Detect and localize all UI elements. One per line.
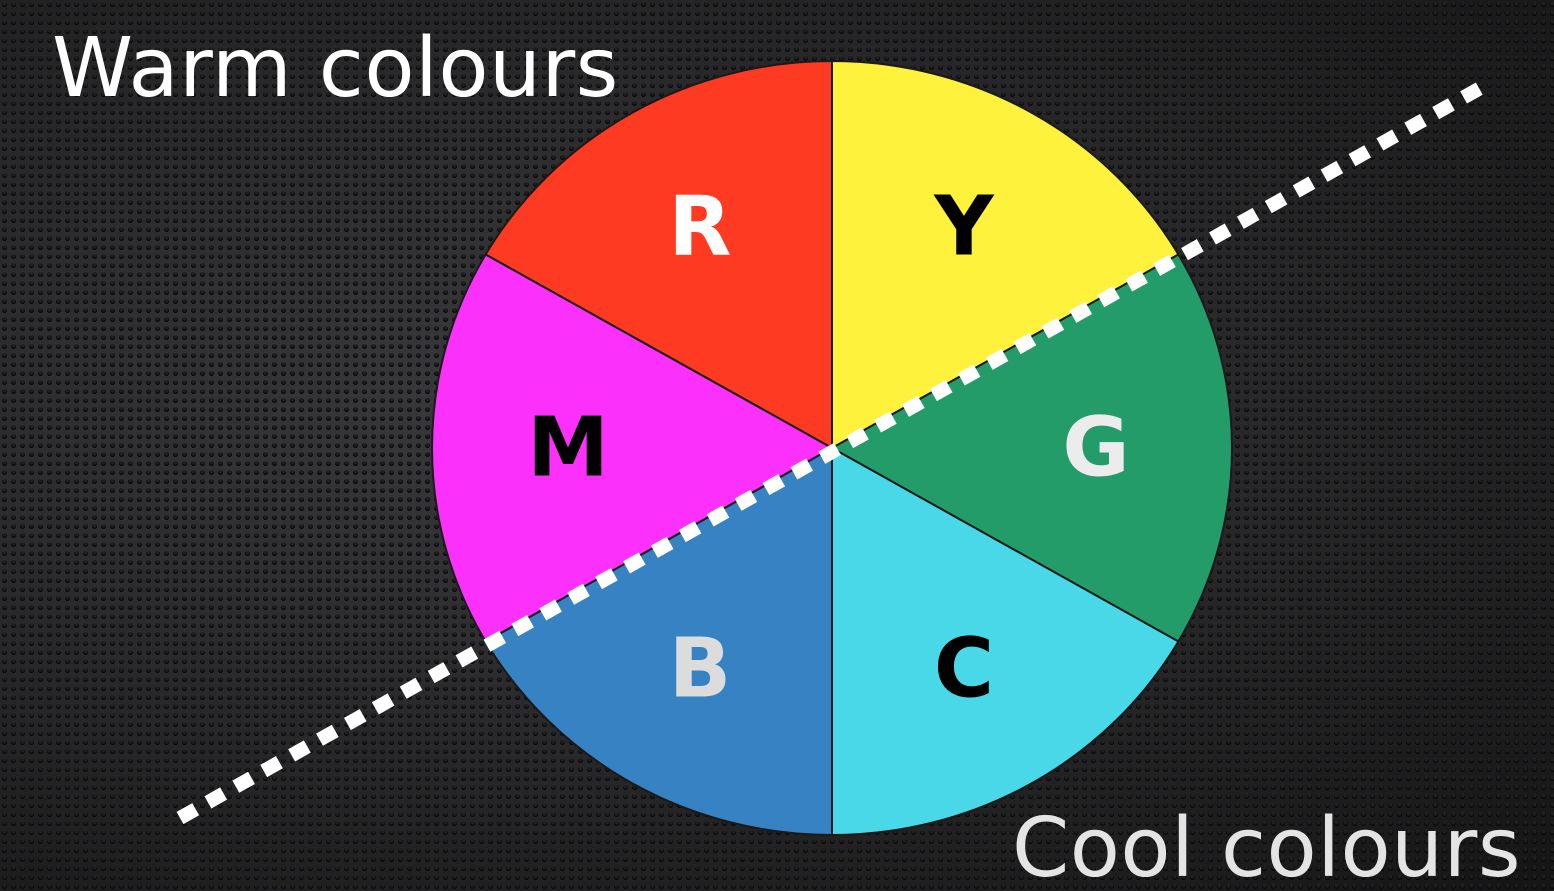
wheel-label-r: R bbox=[668, 179, 731, 274]
color-wheel: R Y G C B M bbox=[176, 59, 1488, 837]
wheel-label-b: B bbox=[669, 622, 732, 717]
wheel-label-g: G bbox=[1062, 401, 1129, 496]
wheel-label-m: M bbox=[527, 401, 609, 496]
cool-colours-caption: Cool colours bbox=[1012, 801, 1522, 891]
wheel-label-y: Y bbox=[933, 179, 995, 274]
warm-colours-caption: Warm colours bbox=[52, 21, 619, 116]
color-wheel-slide: R Y G C B M Warm colours Cool colours bbox=[0, 0, 1554, 891]
wheel-label-c: C bbox=[934, 622, 994, 717]
